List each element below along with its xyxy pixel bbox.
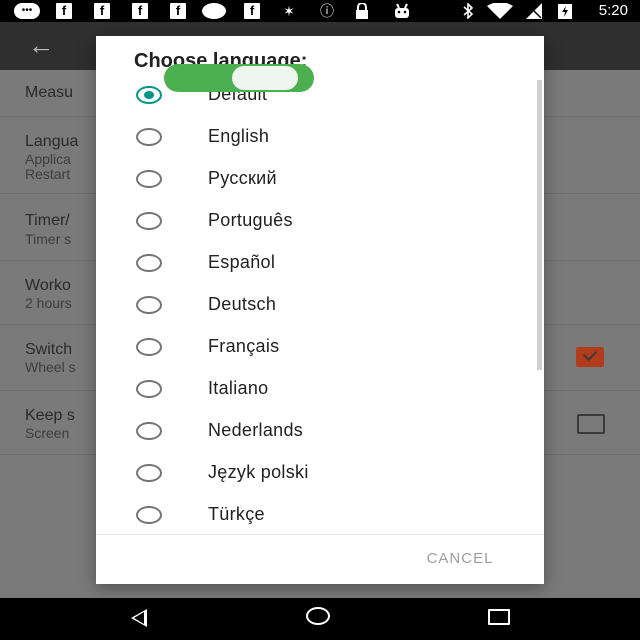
battery-charging-icon: [556, 3, 574, 19]
divider: [96, 534, 544, 535]
navigation-bar: [0, 598, 640, 640]
language-option-portuguese[interactable]: Português: [96, 200, 536, 242]
circle-icon: [202, 3, 226, 19]
setting-subtitle: Screen: [25, 425, 70, 441]
setting-title: Switch: [25, 341, 73, 358]
nav-home-icon[interactable]: [306, 607, 330, 625]
language-dialog: Choose language: Default English Русский…: [96, 36, 544, 584]
option-label: Italiano: [208, 378, 269, 398]
language-option-italian[interactable]: Italiano: [96, 368, 536, 410]
setting-title: Worko: [25, 277, 71, 294]
info-icon: ⓘ: [320, 3, 334, 19]
radio-button-selected[interactable]: [136, 86, 162, 104]
language-option-polish[interactable]: Język polski: [96, 452, 536, 494]
option-label: Język polski: [208, 462, 309, 482]
nav-recents-icon[interactable]: [488, 609, 510, 625]
no-sim-icon: [524, 3, 544, 19]
satellite-icon: ✶: [283, 3, 295, 19]
lock-icon: [352, 2, 372, 19]
nav-back-icon[interactable]: [131, 609, 147, 627]
language-option-english[interactable]: English: [96, 116, 536, 158]
setting-subtitle: 2 hours: [25, 295, 72, 311]
message-icon: •••: [14, 3, 40, 19]
toggle-switch[interactable]: [164, 64, 314, 92]
radio-button[interactable]: [136, 170, 162, 188]
setting-title: Measu: [25, 84, 74, 101]
radio-button[interactable]: [136, 338, 162, 356]
toggle-knob[interactable]: [232, 66, 298, 90]
setting-title: Timer/: [25, 212, 70, 229]
radio-button[interactable]: [136, 464, 162, 482]
language-option-spanish[interactable]: Español: [96, 242, 536, 284]
option-label: Português: [208, 210, 293, 230]
facebook-icon: f: [56, 3, 72, 19]
setting-title: Langua: [25, 133, 79, 150]
clock: 5:20: [598, 2, 628, 19]
facebook-icon: f: [132, 3, 148, 19]
option-label: Türkçe: [208, 504, 265, 524]
wifi-icon: [486, 2, 514, 19]
radio-button[interactable]: [136, 422, 162, 440]
android-icon: [392, 3, 412, 19]
option-label: Español: [208, 252, 276, 272]
language-option-turkish[interactable]: Türkçe: [96, 494, 536, 536]
status-bar: ••• f f f f f ✶ ⓘ 5:20: [0, 0, 640, 22]
language-option-russian[interactable]: Русский: [96, 158, 536, 200]
language-option-default[interactable]: Default: [96, 74, 536, 116]
option-label: Русский: [208, 168, 277, 188]
setting-subtitle: Restart: [25, 166, 71, 182]
setting-subtitle: Wheel s: [25, 359, 76, 375]
cancel-button[interactable]: CANCEL: [400, 544, 520, 574]
setting-subtitle: Timer s: [25, 231, 72, 247]
checkbox-unchecked[interactable]: [577, 414, 605, 434]
checkbox-checked[interactable]: [576, 347, 604, 367]
back-arrow-icon[interactable]: ←: [28, 32, 54, 58]
radio-button[interactable]: [136, 380, 162, 398]
option-label: Deutsch: [208, 294, 277, 314]
language-option-german[interactable]: Deutsch: [96, 284, 536, 326]
option-label: Nederlands: [208, 420, 304, 440]
scrollbar[interactable]: [537, 80, 542, 370]
radio-button[interactable]: [136, 254, 162, 272]
language-option-dutch[interactable]: Nederlands: [96, 410, 536, 452]
option-label: English: [208, 126, 270, 146]
bluetooth-icon: [460, 2, 476, 20]
setting-title: Keep s: [25, 407, 75, 424]
facebook-icon: f: [244, 3, 260, 19]
facebook-icon: f: [170, 3, 186, 19]
radio-button[interactable]: [136, 296, 162, 314]
setting-subtitle: Applica: [25, 151, 71, 167]
option-label: Français: [208, 336, 280, 356]
facebook-icon: f: [94, 3, 110, 19]
radio-button[interactable]: [136, 212, 162, 230]
language-option-french[interactable]: Français: [96, 326, 536, 368]
radio-button[interactable]: [136, 128, 162, 146]
radio-button[interactable]: [136, 506, 162, 524]
